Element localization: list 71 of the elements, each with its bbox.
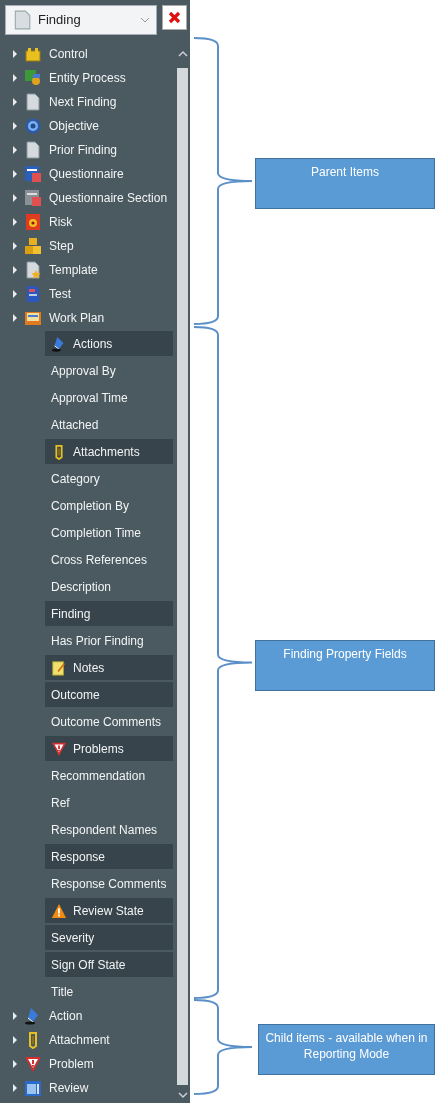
expand-arrow-icon[interactable]	[11, 122, 19, 130]
property-field[interactable]: Has Prior Finding	[45, 628, 173, 653]
close-icon	[168, 11, 181, 24]
property-field[interactable]: Response	[45, 844, 173, 869]
expand-arrow-icon[interactable]	[11, 1084, 19, 1092]
tree-item-label: Questionnaire Section	[49, 190, 168, 207]
warning-icon	[51, 740, 67, 757]
expand-arrow-icon[interactable]	[11, 1036, 19, 1044]
expand-arrow-icon[interactable]	[11, 74, 19, 82]
property-field[interactable]: Finding	[45, 601, 173, 626]
expand-arrow-icon[interactable]	[11, 1012, 19, 1020]
property-field[interactable]: Problems	[45, 736, 173, 761]
tree-item-label: Objective	[49, 118, 100, 135]
callout-label: Child items - available when in Reporting Mode	[258, 1024, 435, 1075]
tree-item-label: Questionnaire	[49, 166, 124, 183]
expand-arrow-icon[interactable]	[11, 170, 19, 178]
note-icon	[51, 659, 67, 676]
property-field[interactable]: Review State	[45, 898, 173, 923]
tree-item-label: Review	[49, 1080, 89, 1097]
scroll-thumb[interactable]	[177, 68, 188, 1085]
expand-arrow-icon[interactable]	[11, 50, 19, 58]
tree-item-label: Action	[49, 1008, 83, 1025]
tree-item-label: Attachment	[49, 1032, 110, 1049]
tree-item-label: Prior Finding	[49, 142, 118, 159]
property-field[interactable]: Notes	[45, 655, 173, 680]
dropdown-value: Finding	[38, 11, 81, 30]
property-field[interactable]: Severity	[45, 925, 173, 950]
property-field[interactable]: Category	[45, 466, 173, 491]
expand-arrow-icon[interactable]	[11, 194, 19, 202]
expand-arrow-icon[interactable]	[11, 242, 19, 250]
tree-item-label: Risk	[49, 214, 73, 231]
object-dropdown[interactable]: Finding	[5, 5, 157, 35]
property-field[interactable]: Actions	[45, 331, 173, 356]
property-field[interactable]: Approval Time	[45, 385, 173, 410]
expand-arrow-icon[interactable]	[11, 218, 19, 226]
property-field[interactable]: Respondent Names	[45, 817, 173, 842]
expand-arrow-icon[interactable]	[11, 98, 19, 106]
close-button[interactable]	[162, 5, 187, 30]
tree-item-label: Work Plan	[49, 310, 105, 327]
property-field[interactable]: Outcome Comments	[45, 709, 173, 734]
warning-icon	[51, 902, 67, 919]
tree-item-label: Problem	[49, 1056, 94, 1073]
document-icon	[12, 9, 32, 31]
expand-arrow-icon[interactable]	[11, 266, 19, 274]
property-field[interactable]: Ref	[45, 790, 173, 815]
property-field[interactable]: Title	[45, 979, 173, 1004]
tree-item-label: Template	[49, 262, 98, 279]
tree-item-label: Step	[49, 238, 74, 255]
property-field[interactable]: Recommendation	[45, 763, 173, 788]
expand-arrow-icon[interactable]	[11, 314, 19, 322]
caret-icon	[140, 17, 150, 23]
callout-label: Finding Property Fields	[255, 639, 435, 691]
expand-arrow-icon[interactable]	[11, 1060, 19, 1068]
expand-arrow-icon[interactable]	[11, 290, 19, 298]
tree-item-label: Next Finding	[49, 94, 117, 111]
scroll-down-icon[interactable]	[177, 1089, 188, 1101]
property-field[interactable]: Attachments	[45, 439, 173, 464]
property-field[interactable]: Cross References	[45, 547, 173, 572]
callout-label: Parent Items	[255, 158, 435, 209]
tree-item-label: Control	[49, 46, 88, 63]
property-field[interactable]: Attached	[45, 412, 173, 437]
property-field[interactable]: Completion By	[45, 493, 173, 518]
property-field[interactable]: Description	[45, 574, 173, 599]
expand-arrow-icon[interactable]	[11, 146, 19, 154]
property-field[interactable]: Approval By	[45, 358, 173, 383]
tree-item-label: Test	[49, 286, 71, 303]
property-field[interactable]: Sign Off State	[45, 952, 173, 977]
tree-item-label: Entity Process	[49, 70, 126, 87]
property-field[interactable]: Outcome	[45, 682, 173, 707]
property-field[interactable]: Completion Time	[45, 520, 173, 545]
property-field[interactable]: Response Comments	[45, 871, 173, 896]
